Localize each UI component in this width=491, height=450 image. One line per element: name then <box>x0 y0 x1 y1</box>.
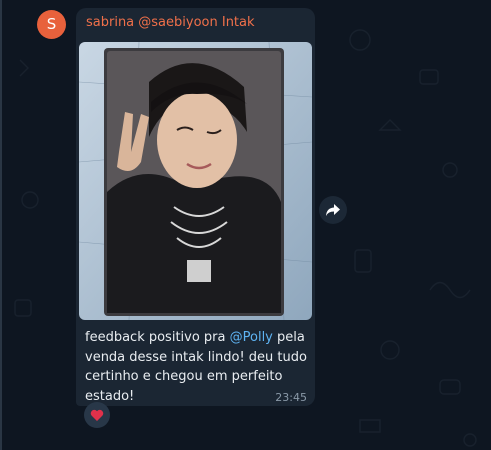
avatar-initial: S <box>46 15 57 33</box>
message-text-before: feedback positivo pra <box>85 330 230 345</box>
forward-arrow-icon <box>326 204 340 216</box>
forward-button[interactable] <box>319 196 347 224</box>
photocard-image <box>79 42 312 320</box>
sender-name[interactable]: sabrina @saebiyoon Intak <box>86 15 255 30</box>
message-bubble[interactable]: sabrina @saebiyoon Intak feedback positi… <box>76 8 315 406</box>
heart-reaction[interactable] <box>84 402 110 428</box>
message-photo[interactable] <box>79 42 312 320</box>
sender-avatar[interactable]: S <box>37 10 66 39</box>
scrollbar-edge[interactable] <box>0 0 2 450</box>
message-timestamp: 23:45 <box>275 391 307 404</box>
user-mention-link[interactable]: @Polly <box>230 330 273 345</box>
message-text: feedback positivo pra @Polly pela venda … <box>85 328 307 406</box>
heart-icon <box>90 409 104 421</box>
